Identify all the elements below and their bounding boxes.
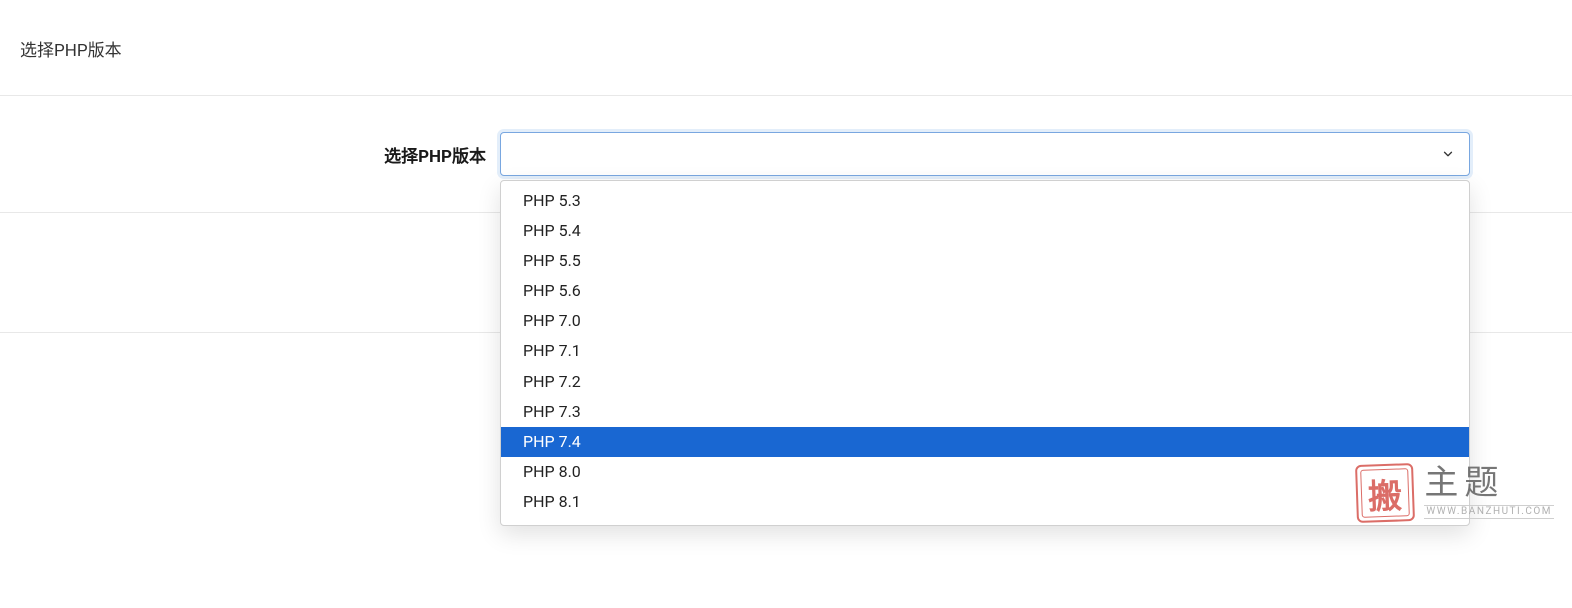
watermark-text: 主题 WWW.BANZHUTI.COM bbox=[1424, 467, 1554, 519]
dropdown-option[interactable]: PHP 7.4 bbox=[501, 427, 1469, 457]
php-version-dropdown[interactable]: PHP 5.3PHP 5.4PHP 5.5PHP 5.6PHP 7.0PHP 7… bbox=[500, 180, 1470, 526]
dropdown-option[interactable]: PHP 8.1 bbox=[501, 487, 1469, 517]
dropdown-option[interactable]: PHP 7.2 bbox=[501, 366, 1469, 396]
watermark-sub: WWW.BANZHUTI.COM bbox=[1424, 505, 1554, 519]
php-version-select-wrapper: PHP 5.3PHP 5.4PHP 5.5PHP 5.6PHP 7.0PHP 7… bbox=[500, 132, 1470, 176]
php-version-row: 选择PHP版本 PHP 5.3PHP 5.4PHP 5.5PHP 5.6PHP … bbox=[0, 96, 1572, 213]
watermark: 搬 主题 WWW.BANZHUTI.COM bbox=[1356, 464, 1554, 522]
dropdown-option[interactable]: PHP 7.0 bbox=[501, 306, 1469, 336]
dropdown-option[interactable]: PHP 5.4 bbox=[501, 215, 1469, 245]
watermark-main: 主题 bbox=[1424, 467, 1504, 501]
dropdown-option[interactable]: PHP 5.3 bbox=[501, 185, 1469, 215]
page-title: 选择PHP版本 bbox=[0, 0, 1572, 96]
dropdown-option[interactable]: PHP 5.6 bbox=[501, 276, 1469, 306]
chevron-down-icon bbox=[1441, 147, 1455, 161]
dropdown-option[interactable]: PHP 8.0 bbox=[501, 457, 1469, 487]
dropdown-option[interactable]: PHP 7.3 bbox=[501, 396, 1469, 426]
watermark-stamp: 搬 bbox=[1355, 463, 1415, 523]
dropdown-option[interactable]: PHP 5.5 bbox=[501, 245, 1469, 275]
php-version-label: 选择PHP版本 bbox=[0, 142, 500, 167]
dropdown-option[interactable]: PHP 7.1 bbox=[501, 336, 1469, 366]
php-version-select[interactable] bbox=[500, 132, 1470, 176]
